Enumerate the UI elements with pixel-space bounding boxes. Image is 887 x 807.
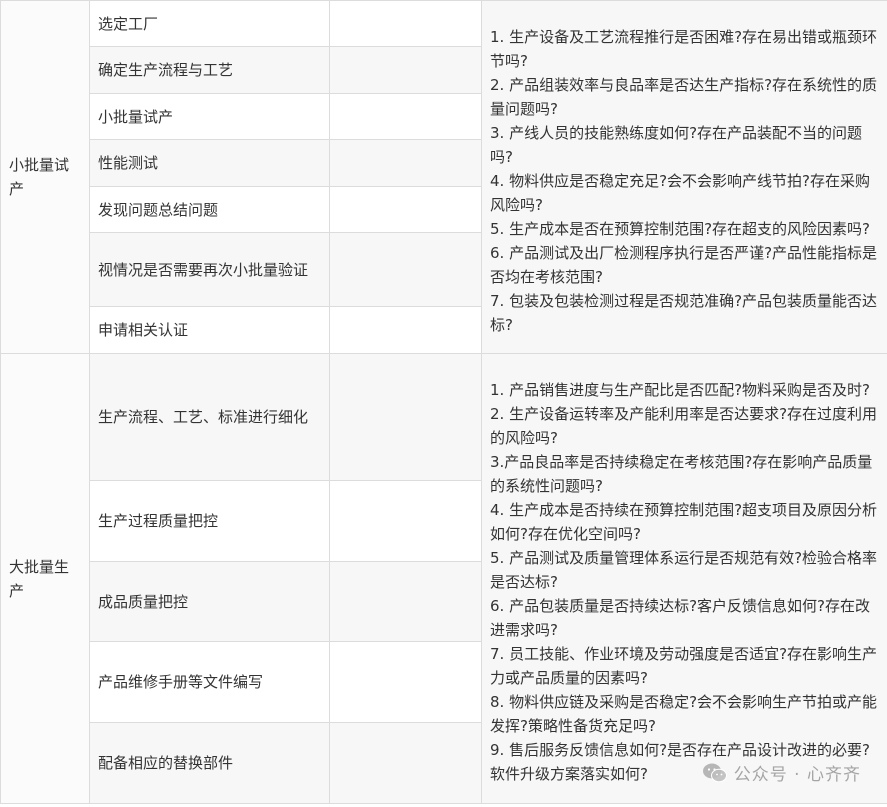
production-stage-table: 小批量试产 选定工厂 1. 生产设备及工艺流程推行是否困难?存在易出错或瓶颈环节… [0, 0, 887, 804]
question-item: 2. 生产设备运转率及产能利用率是否达要求?存在过度利用的风险吗? [490, 405, 878, 447]
question-item: 3.产品良品率是否持续稳定在考核范围?存在影响产品质量的系统性问题吗? [490, 453, 873, 495]
question-item: 6. 产品包装质量是否持续达标?客户反馈信息如何?存在改进需求吗? [490, 597, 871, 639]
question-item: 7. 员工技能、作业环境及劳动强度是否适宜?存在影响生产力或产品质量的因素吗? [490, 645, 878, 687]
step-cell: 申请相关认证 [89, 306, 330, 354]
empty-cell [329, 353, 482, 481]
step-cell: 生产流程、工艺、标准进行细化 [89, 353, 330, 481]
step-cell: 小批量试产 [89, 93, 330, 140]
empty-cell [329, 480, 482, 562]
empty-cell [329, 0, 482, 47]
step-cell: 视情况是否需要再次小批量验证 [89, 232, 330, 307]
question-item: 9. 售后服务反馈信息如何?是否存在产品设计改进的必要?软件升级方案落实如何? [490, 741, 871, 783]
question-item: 4. 生产成本是否持续在预算控制范围?超支项目及原因分析如何?存在优化空间吗? [490, 501, 878, 543]
step-cell: 生产过程质量把控 [89, 480, 330, 562]
empty-cell [329, 722, 482, 804]
question-item: 3. 产线人员的技能熟练度如何?存在产品装配不当的问题吗? [490, 123, 863, 166]
phase-cell: 小批量试产 [0, 0, 90, 354]
step-cell: 性能测试 [89, 139, 330, 187]
step-cell: 配备相应的替换部件 [89, 722, 330, 804]
phase-cell: 大批量生产 [0, 353, 90, 804]
empty-cell [329, 306, 482, 354]
question-item: 4. 物料供应是否稳定充足?会不会影响产线节拍?存在采购风险吗? [490, 171, 871, 214]
table-row: 小批量试产 选定工厂 1. 生产设备及工艺流程推行是否困难?存在易出错或瓶颈环节… [0, 0, 887, 354]
question-item: 5. 产品测试及质量管理体系运行是否规范有效?检验合格率是否达标? [490, 549, 878, 591]
empty-cell [329, 561, 482, 642]
empty-cell [329, 46, 482, 94]
question-list: 1. 生产设备及工艺流程推行是否困难?存在易出错或瓶颈环节吗? 2. 产品组装效… [481, 0, 887, 354]
empty-cell [329, 186, 482, 233]
step-cell: 产品维修手册等文件编写 [89, 641, 330, 723]
question-list: 1. 产品销售进度与生产配比是否匹配?物料采购是否及时? 2. 生产设备运转率及… [481, 353, 887, 804]
step-cell: 选定工厂 [89, 0, 330, 47]
question-item: 7. 包装及包装检测过程是否规范准确?产品包装质量能否达标? [490, 291, 878, 334]
question-item: 1. 产品销售进度与生产配比是否匹配?物料采购是否及时? [490, 381, 871, 399]
step-cell: 成品质量把控 [89, 561, 330, 642]
empty-cell [329, 139, 482, 187]
question-item: 2. 产品组装效率与良品率是否达生产指标?存在系统性的质量问题吗? [490, 75, 878, 118]
question-item: 5. 生产成本是否在预算控制范围?存在超支的风险因素吗? [490, 219, 871, 238]
empty-cell [329, 93, 482, 140]
step-cell: 发现问题总结问题 [89, 186, 330, 233]
empty-cell [329, 232, 482, 307]
table-row: 大批量生产 生产流程、工艺、标准进行细化 1. 产品销售进度与生产配比是否匹配?… [0, 353, 887, 804]
empty-cell [329, 641, 482, 723]
step-cell: 确定生产流程与工艺 [89, 46, 330, 94]
question-item: 1. 生产设备及工艺流程推行是否困难?存在易出错或瓶颈环节吗? [490, 27, 878, 70]
question-item: 6. 产品测试及出厂检测程序执行是否严谨?产品性能指标是否均在考核范围? [490, 243, 878, 286]
question-item: 8. 物料供应链及采购是否稳定?会不会影响生产节拍或产能发挥?策略性备货充足吗? [490, 693, 878, 735]
